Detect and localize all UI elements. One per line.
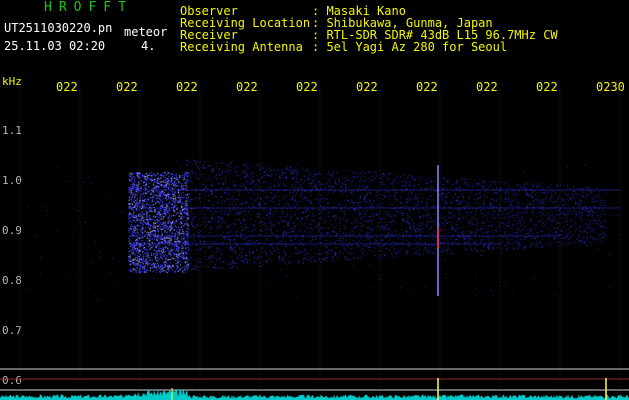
- reference-lines: [0, 368, 629, 391]
- meteor-streak: [171, 165, 607, 400]
- spectrogram-window: HROFFT UT2511030220.pn meteor 25.11.03 0…: [0, 0, 629, 400]
- spectrogram-plot: [0, 90, 629, 400]
- signal-noise: [25, 159, 622, 302]
- time-grid: [19, 90, 621, 400]
